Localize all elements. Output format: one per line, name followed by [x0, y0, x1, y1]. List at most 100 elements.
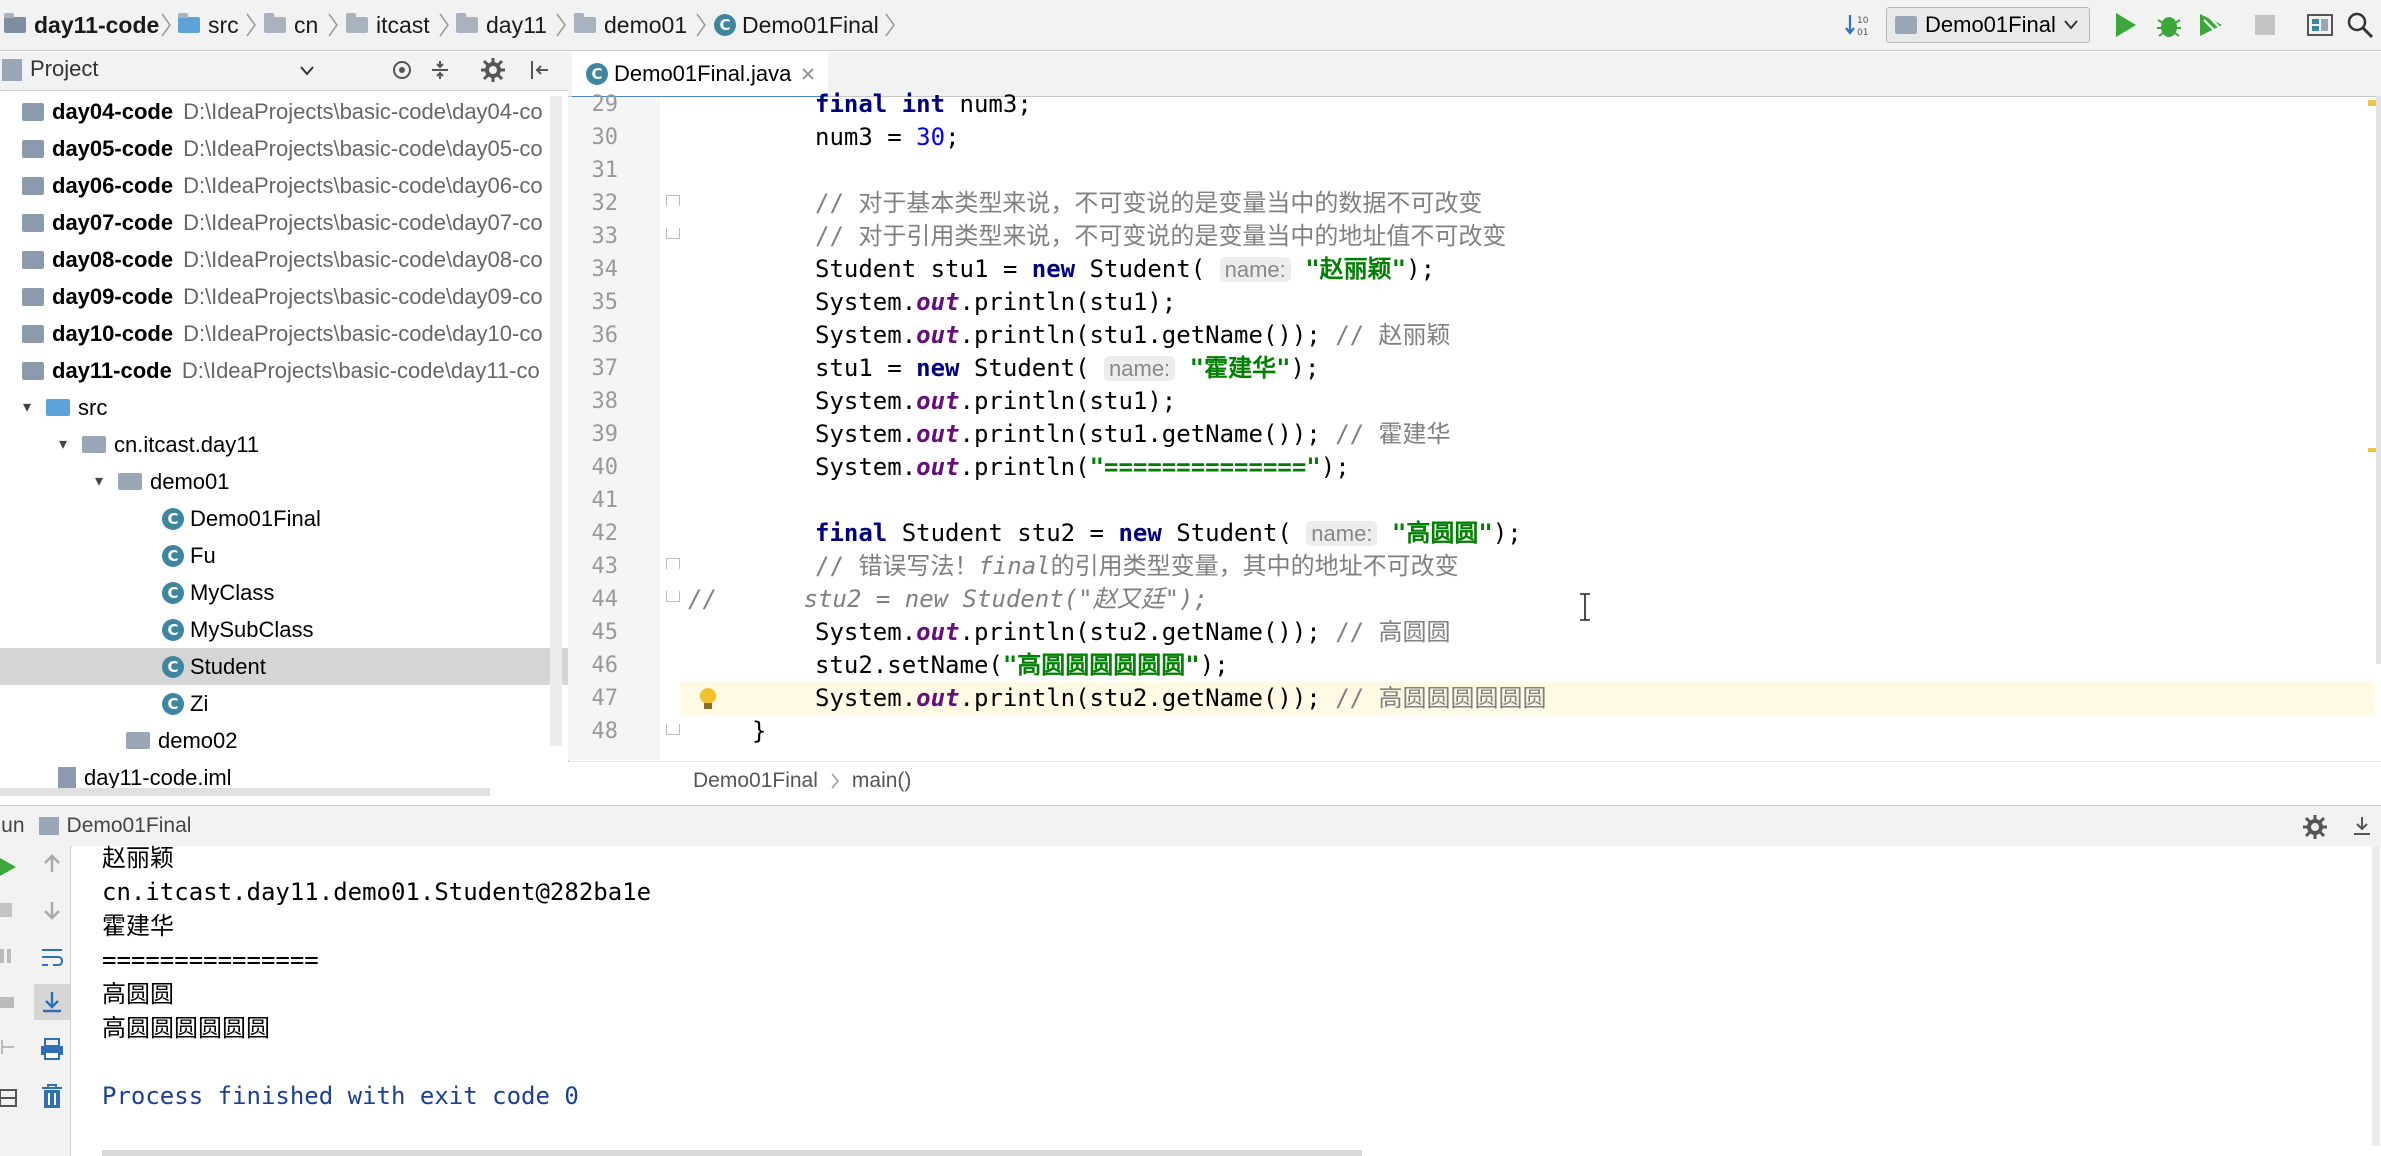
class-icon: C — [162, 692, 184, 715]
tree-item-module[interactable]: day09-code D:\IdeaProjects\basic-code\day… — [0, 278, 568, 315]
chevron-right-icon — [831, 773, 839, 789]
lightbulb-icon[interactable] — [696, 686, 720, 712]
chevron-right-icon — [556, 13, 566, 37]
tree-item-module[interactable]: day11-code D:\IdeaProjects\basic-code\day… — [0, 352, 568, 389]
expand-arrow-icon[interactable]: ▾ — [18, 399, 36, 417]
svg-text:10: 10 — [1857, 16, 1869, 26]
run-panel-label[interactable]: Run — [0, 814, 25, 838]
console-exit-line: Process finished with exit code 0 — [102, 1082, 579, 1110]
folder-icon — [264, 13, 286, 33]
tree-item-class[interactable]: C Demo01Final — [0, 500, 568, 537]
hide-panel-icon[interactable] — [528, 58, 552, 82]
fold-marker-icon[interactable] — [666, 228, 680, 239]
code-line-39: System.out.println(stu1.getName()); // 霍… — [815, 420, 1451, 448]
project-structure-icon[interactable] — [2306, 11, 2334, 39]
exit-icon[interactable] — [0, 1038, 16, 1056]
tree-item-module[interactable]: day05-code D:\IdeaProjects\basic-code\day… — [0, 130, 568, 167]
project-panel-header: Project — [0, 52, 568, 91]
locate-icon[interactable] — [390, 58, 414, 82]
run-config-dropdown[interactable]: Demo01Final — [1886, 7, 2090, 43]
line-number: 36 — [591, 323, 619, 348]
tree-item-class[interactable]: C Fu — [0, 537, 568, 574]
editor-scrollbar[interactable] — [2376, 96, 2381, 664]
folder-icon — [346, 13, 368, 33]
rerun-icon[interactable] — [0, 856, 18, 878]
console-line: 赵丽颖 — [102, 844, 174, 872]
tree-item-module[interactable]: day07-code D:\IdeaProjects\basic-code\day… — [0, 204, 568, 241]
breadcrumb-cn[interactable]: cn — [264, 0, 318, 50]
layout-icon[interactable] — [0, 1088, 18, 1108]
breadcrumb-demo01[interactable]: demo01 — [574, 0, 687, 50]
fold-marker-icon[interactable] — [666, 558, 680, 569]
fold-marker-icon[interactable] — [666, 195, 680, 206]
code-line-34: Student stu1 = new Student( name: "赵丽颖")… — [815, 255, 1436, 283]
run-icon[interactable] — [2112, 11, 2138, 39]
trash-icon[interactable] — [39, 1082, 65, 1110]
line-number: 43 — [591, 554, 619, 579]
tree-item-module[interactable]: day06-code D:\IdeaProjects\basic-code\day… — [0, 167, 568, 204]
breadcrumb-class[interactable]: Demo01Final — [693, 769, 818, 793]
debug-icon[interactable] — [2154, 10, 2184, 40]
parameter-hint: name: — [1219, 257, 1291, 282]
search-everywhere-icon[interactable] — [2346, 11, 2374, 39]
tree-item-package[interactable]: ▾ cn.itcast.day11 — [0, 426, 568, 463]
sort-icon[interactable]: 1001 — [1844, 12, 1870, 38]
line-number: 31 — [591, 158, 619, 183]
tree-item-demo01[interactable]: ▾ demo01 — [0, 463, 568, 500]
tree-item-module[interactable]: day08-code D:\IdeaProjects\basic-code\day… — [0, 241, 568, 278]
tree-item-class[interactable]: C Zi — [0, 685, 568, 722]
project-title[interactable]: Project — [30, 56, 98, 82]
code-line-48: } — [752, 717, 767, 745]
expand-arrow-icon[interactable]: ▾ — [90, 473, 108, 491]
pause-icon[interactable] — [0, 948, 14, 964]
fold-marker-icon[interactable] — [666, 724, 680, 735]
console-line: 高圆圆 — [102, 980, 174, 1008]
expand-arrow-icon[interactable]: ▾ — [54, 436, 72, 454]
breadcrumb-day11-code[interactable]: day11-code — [4, 0, 159, 50]
tree-item-class-selected[interactable]: C Student — [0, 648, 568, 685]
fold-marker-icon[interactable] — [666, 591, 680, 602]
vertical-scrollbar[interactable] — [550, 96, 562, 746]
arrow-down-icon[interactable] — [40, 898, 64, 922]
chevron-down-icon[interactable] — [300, 66, 314, 76]
tree-item-module[interactable]: day04-code D:\IdeaProjects\basic-code\day… — [0, 93, 568, 130]
tree-item-src[interactable]: ▾ src — [0, 389, 568, 426]
run-config-tab[interactable]: Demo01Final — [67, 814, 192, 838]
tree-item-demo02[interactable]: demo02 — [0, 722, 568, 759]
collapse-all-icon[interactable] — [428, 58, 452, 82]
tree-item-module[interactable]: day10-code D:\IdeaProjects\basic-code\day… — [0, 315, 568, 352]
gear-icon[interactable] — [480, 57, 506, 83]
breadcrumb-demo01final[interactable]: C Demo01Final — [714, 0, 879, 50]
horizontal-scrollbar[interactable] — [0, 788, 490, 796]
minimize-panel-icon[interactable] — [2350, 814, 2374, 838]
package-icon — [118, 473, 142, 490]
module-icon — [22, 139, 44, 158]
breadcrumb-method[interactable]: main() — [852, 769, 912, 793]
breadcrumb-itcast[interactable]: itcast — [346, 0, 430, 50]
tree-item-class[interactable]: C MyClass — [0, 574, 568, 611]
soft-wrap-icon[interactable] — [39, 944, 65, 970]
console-vscrollbar[interactable] — [2372, 846, 2380, 1146]
close-icon[interactable] — [801, 67, 815, 81]
class-icon: C — [162, 655, 184, 678]
camera-icon[interactable] — [0, 994, 16, 1010]
console-hscrollbar[interactable] — [102, 1150, 1362, 1156]
module-icon — [22, 250, 44, 269]
svg-text:01: 01 — [1857, 28, 1868, 38]
coverage-icon[interactable] — [2196, 10, 2226, 40]
line-number: 34 — [591, 257, 619, 282]
code-line-32: // 对于基本类型来说，不可变说的是变量当中的数据不可改变 — [815, 189, 1483, 217]
breadcrumb-src[interactable]: src — [178, 0, 239, 50]
gear-icon[interactable] — [2302, 814, 2328, 840]
stop-icon[interactable] — [2254, 14, 2276, 36]
print-icon[interactable] — [39, 1036, 65, 1062]
line-number: 48 — [591, 719, 619, 744]
warning-marker[interactable] — [2368, 100, 2376, 106]
stop-icon[interactable] — [0, 902, 14, 918]
tree-item-class[interactable]: C MySubClass — [0, 611, 568, 648]
arrow-up-icon[interactable] — [40, 852, 64, 876]
folder-icon — [574, 13, 596, 33]
iml-file-icon — [58, 766, 76, 789]
code-line-37: stu1 = new Student( name: "霍建华"); — [815, 354, 1320, 382]
breadcrumb-day11[interactable]: day11 — [456, 0, 547, 50]
